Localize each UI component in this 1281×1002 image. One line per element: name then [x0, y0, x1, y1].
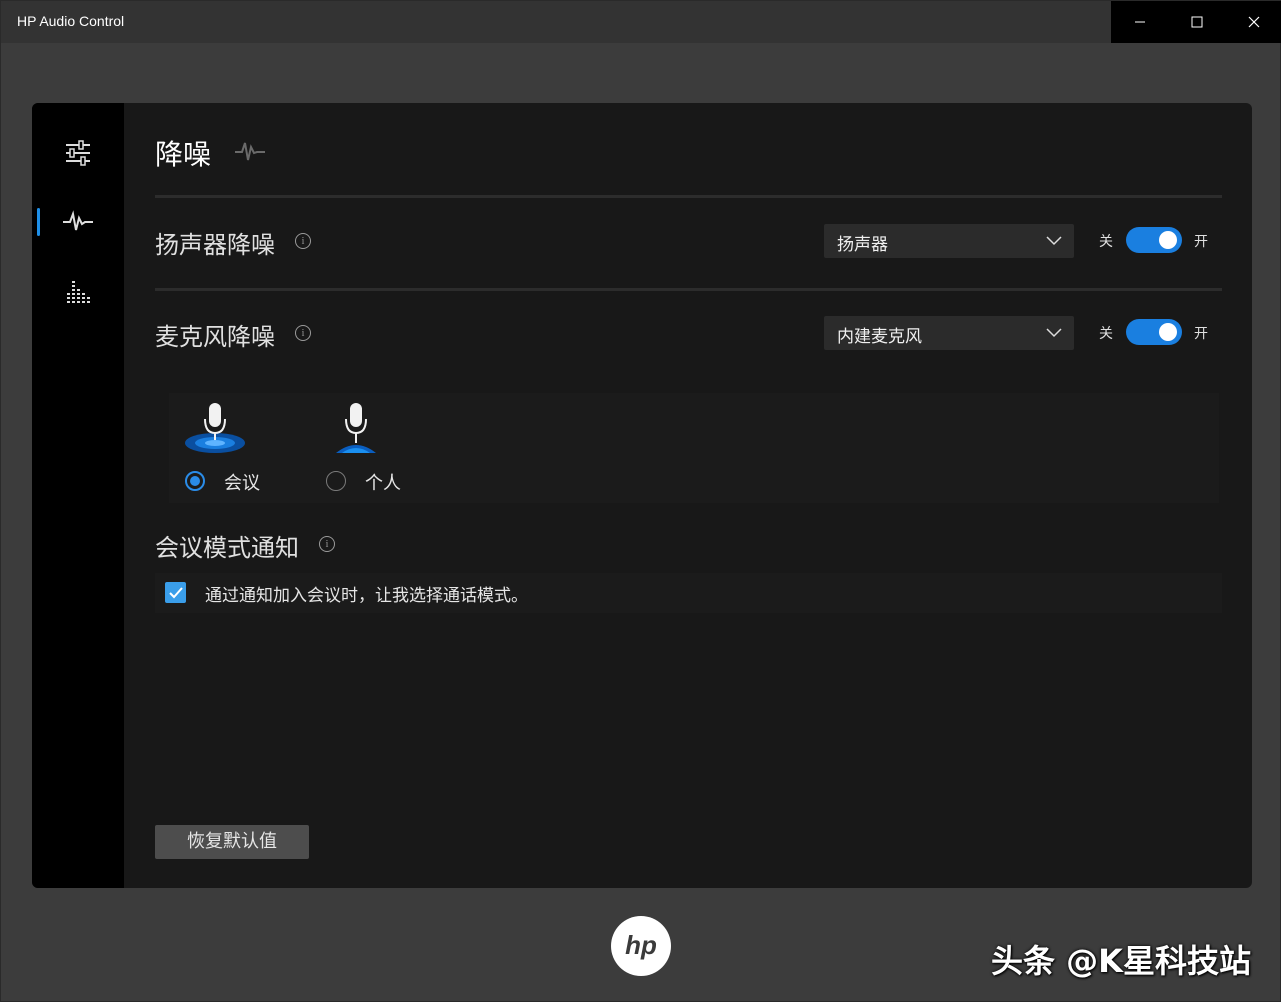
checkmark-icon — [168, 586, 183, 598]
divider — [155, 195, 1222, 198]
chevron-down-icon — [1046, 328, 1062, 338]
speaker-device-value: 扬声器 — [837, 235, 888, 255]
sidebar-item-settings[interactable] — [32, 131, 124, 175]
waveform-icon — [63, 210, 93, 231]
watermark: 头条 @K星科技站 — [991, 942, 1251, 980]
hp-logo: hp — [611, 916, 671, 976]
toggle-off-label: 关 — [1099, 234, 1113, 250]
chevron-down-icon — [1046, 236, 1062, 246]
title-bar[interactable]: HP Audio Control — [1, 1, 1281, 43]
divider — [155, 288, 1222, 291]
reset-defaults-button[interactable]: 恢复默认值 — [155, 825, 309, 859]
mode-personal[interactable]: 个人 — [320, 393, 440, 503]
mic-device-value: 内建麦克风 — [837, 327, 922, 347]
minimize-icon — [1134, 21, 1145, 23]
mic-toggle-group: 关 开 — [1099, 317, 1219, 347]
speaker-nr-label: 扬声器降噪 — [155, 231, 275, 259]
maximize-button[interactable] — [1168, 1, 1225, 43]
hp-logo-mark: hp — [625, 930, 657, 960]
maximize-icon — [1191, 16, 1202, 28]
waveform-icon — [235, 142, 265, 161]
info-icon[interactable]: i — [295, 233, 311, 249]
speaker-nr-toggle[interactable] — [1126, 227, 1182, 253]
mode-conference[interactable]: 会议 — [179, 393, 299, 503]
sidebar — [32, 103, 124, 888]
conference-mic-icon — [185, 403, 245, 453]
sidebar-item-noise-reduction[interactable] — [32, 200, 124, 244]
notify-checkbox-text: 通过通知加入会议时，让我选择通话模式。 — [205, 586, 528, 606]
personal-mic-icon — [336, 403, 376, 453]
mic-mode-selector: 会议 个人 — [169, 393, 1219, 503]
equalizer-icon — [67, 281, 90, 303]
close-button[interactable] — [1225, 1, 1281, 43]
page-title: 降噪 — [155, 138, 212, 171]
minimize-button[interactable] — [1111, 1, 1168, 43]
content-area: 降噪 扬声器降噪 i 扬声器 关 开 麦克风降噪 i 内建麦克风 关 开 会议 … — [124, 103, 1252, 888]
mic-nr-toggle[interactable] — [1126, 319, 1182, 345]
info-icon[interactable]: i — [319, 536, 335, 552]
info-icon[interactable]: i — [295, 325, 311, 341]
mode-conference-label: 会议 — [224, 473, 260, 494]
app-window: HP Audio Control 降噪 扬声器降噪 i 扬声器 关 开 麦克风降… — [0, 0, 1281, 1002]
mode-personal-label: 个人 — [365, 473, 401, 494]
toggle-knob — [1159, 231, 1177, 249]
mic-nr-label: 麦克风降噪 — [155, 323, 275, 351]
notify-checkbox[interactable] — [165, 582, 186, 603]
window-title: HP Audio Control — [17, 13, 125, 29]
radio-personal[interactable] — [326, 471, 346, 491]
speaker-toggle-group: 关 开 — [1099, 225, 1219, 255]
mic-device-dropdown[interactable]: 内建麦克风 — [824, 316, 1074, 350]
sliders-icon — [66, 140, 90, 166]
toggle-knob — [1159, 323, 1177, 341]
sidebar-item-equalizer[interactable] — [32, 270, 124, 314]
window-controls — [1111, 1, 1281, 43]
notify-label: 会议模式通知 — [155, 534, 299, 562]
notify-row: 通过通知加入会议时，让我选择通话模式。 — [155, 573, 1222, 613]
radio-conference[interactable] — [185, 471, 205, 491]
toggle-on-label: 开 — [1194, 234, 1208, 250]
svg-text:hp: hp — [625, 930, 657, 960]
toggle-off-label: 关 — [1099, 326, 1113, 342]
toggle-on-label: 开 — [1194, 326, 1208, 342]
speaker-device-dropdown[interactable]: 扬声器 — [824, 224, 1074, 258]
close-icon — [1248, 16, 1259, 28]
